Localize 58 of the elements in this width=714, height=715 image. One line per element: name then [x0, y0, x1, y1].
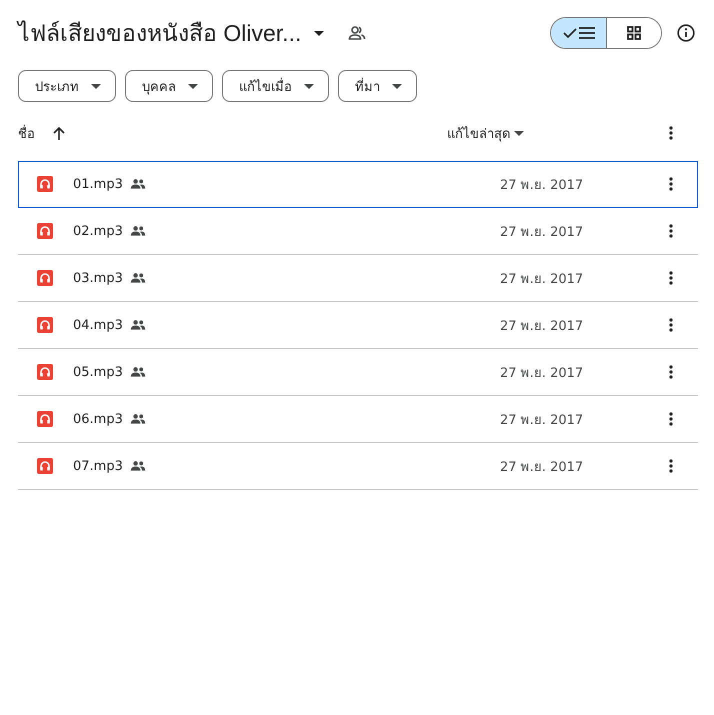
audio-file-icon: [37, 223, 53, 239]
filter-chip[interactable]: ประเภท: [18, 70, 116, 102]
info-icon: [677, 24, 695, 42]
file-name: 05.mp3: [73, 364, 123, 380]
filter-chip[interactable]: บุคคล: [125, 70, 213, 102]
more-vert-icon: [669, 459, 673, 473]
audio-file-icon: [37, 317, 53, 333]
caret-icon: [392, 84, 402, 88]
modified-date: 27 พ.ย. 2017: [500, 364, 584, 382]
more-vert-icon: [669, 224, 673, 238]
more-vert-icon: [669, 318, 673, 332]
modified-date: 27 พ.ย. 2017: [500, 176, 584, 194]
caret-icon: [91, 84, 101, 88]
column-header[interactable]: แก้ไขล่าสุด: [447, 122, 510, 144]
more-vert-icon: [669, 126, 673, 140]
grid-icon: [627, 26, 641, 40]
folder-title: ไฟล์เสียงของหนังสือ Oliver...: [18, 19, 302, 48]
modified-date: 27 พ.ย. 2017: [500, 318, 584, 336]
shared-icon: [130, 273, 146, 283]
file-row[interactable]: 01.mp3 27 พ.ย. 2017: [18, 161, 698, 208]
more-vert-icon: [669, 365, 673, 379]
file-name: 01.mp3: [73, 176, 123, 192]
modified-date: 27 พ.ย. 2017: [500, 458, 584, 476]
list-view-button[interactable]: [551, 18, 606, 48]
file-name: 07.mp3: [73, 458, 123, 474]
shared-icon: [130, 179, 146, 189]
shared-icon: [130, 461, 146, 471]
file-name: 03.mp3: [73, 270, 123, 286]
shared-icon: [130, 226, 146, 236]
audio-file-icon: [37, 364, 53, 380]
modified-date: 27 พ.ย. 2017: [500, 270, 584, 288]
modified-date: 27 พ.ย. 2017: [500, 224, 584, 242]
more-vert-icon: [669, 412, 673, 426]
caret-icon: [514, 130, 524, 136]
file-name: 04.mp3: [73, 318, 123, 332]
file-name: 06.mp3: [73, 412, 123, 426]
modified-date: 27 พ.ย. 2017: [500, 412, 584, 430]
caret-icon: [188, 84, 198, 88]
audio-file-icon: [37, 176, 53, 192]
audio-file-icon: [37, 270, 53, 286]
check-icon: [562, 28, 576, 38]
share-icon: [348, 25, 366, 41]
column-header[interactable]: ชื่อ: [18, 122, 35, 144]
shared-icon: [130, 367, 146, 377]
file-name: 02.mp3: [73, 224, 123, 238]
audio-file-icon: [37, 411, 53, 427]
filter-chip[interactable]: แก้ไขเมื่อ: [222, 70, 329, 102]
audio-file-icon: [37, 458, 53, 474]
shared-icon: [130, 320, 146, 330]
caret-icon: [314, 30, 324, 36]
more-vert-icon: [669, 177, 673, 191]
list-icon: [578, 27, 594, 39]
grid-view-button[interactable]: [606, 18, 661, 48]
shared-icon: [130, 414, 146, 424]
caret-icon: [304, 84, 314, 88]
filter-chip[interactable]: ที่มา: [338, 70, 417, 102]
more-vert-icon: [669, 271, 673, 285]
arrow-up-icon: [53, 126, 65, 140]
